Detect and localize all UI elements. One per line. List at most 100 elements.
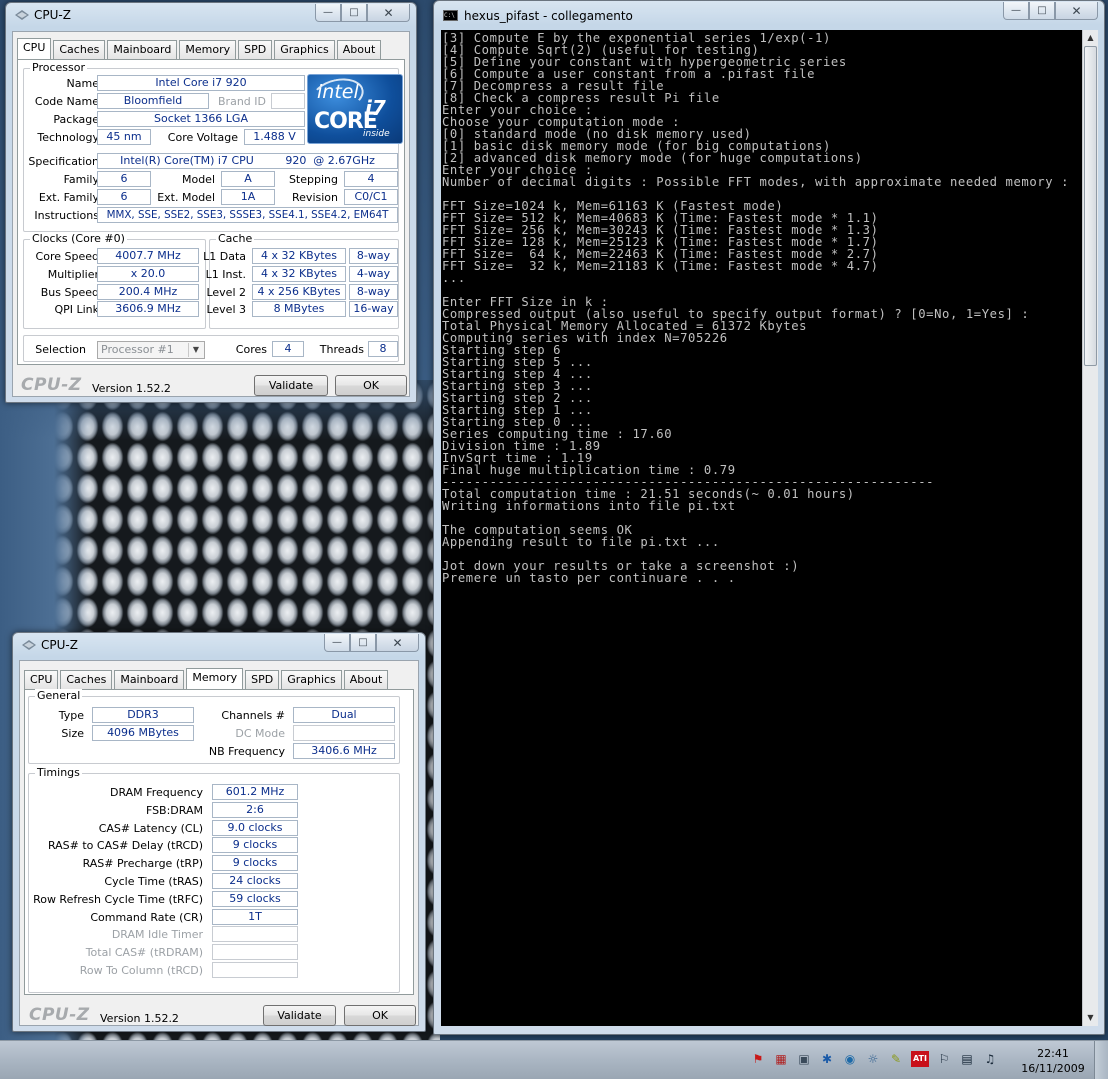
tab-memory[interactable]: Memory <box>186 668 244 689</box>
clocks-group-label: Clocks (Core #0) <box>30 232 127 245</box>
window-title: CPU-Z <box>41 638 78 652</box>
pen-icon[interactable]: ✎ <box>888 1051 904 1067</box>
stepping-label: Stepping <box>288 173 338 186</box>
scroll-up-icon[interactable]: ▲ <box>1083 30 1098 46</box>
name-value: Intel Core i7 920 <box>97 75 305 91</box>
tab-mainboard[interactable]: Mainboard <box>114 670 185 689</box>
revision-label: Revision <box>292 191 338 204</box>
model-value: A <box>221 171 275 187</box>
tab-spd[interactable]: SPD <box>245 670 280 689</box>
cpuz-cpu-window: CPU-Z — □ ✕ CPU Caches Mainboard Memory … <box>5 2 417 403</box>
ati-icon[interactable]: ATI <box>911 1051 929 1067</box>
l1-data-way: 8-way <box>349 248 398 264</box>
close-button[interactable]: ✕ <box>367 4 410 22</box>
level2-label: Level 2 <box>206 286 246 299</box>
processor-select-value: Processor #1 <box>101 343 174 356</box>
timings-group-label: Timings <box>35 766 82 779</box>
cores-value: 4 <box>272 341 304 357</box>
timing-value: 9 clocks <box>212 837 298 854</box>
core-voltage-value: 1.488 V <box>244 129 305 145</box>
maximize-button[interactable]: □ <box>341 4 367 22</box>
minimize-button[interactable]: — <box>324 634 350 652</box>
close-button[interactable]: ✕ <box>1055 2 1098 20</box>
timing-value <box>212 926 298 943</box>
cpuz-app-icon <box>22 640 36 650</box>
multiplier-label: Multiplier <box>47 268 99 281</box>
level3-way: 16-way <box>349 301 398 317</box>
action-center-icon[interactable]: ⚐ <box>936 1051 952 1067</box>
window-title: hexus_pifast - collegamento <box>464 9 633 23</box>
tab-memory[interactable]: Memory <box>179 40 237 59</box>
ok-button[interactable]: OK <box>335 375 407 396</box>
tab-cpu[interactable]: CPU <box>24 670 59 689</box>
bus-speed-label: Bus Speed <box>40 286 99 299</box>
taskbar-clock[interactable]: 22:41 16/11/2009 <box>1018 1046 1088 1076</box>
maximize-button[interactable]: □ <box>1029 2 1055 20</box>
code-name-value: Bloomfield <box>97 93 209 109</box>
timing-value: 2:6 <box>212 801 298 818</box>
tab-spd[interactable]: SPD <box>238 40 273 59</box>
title-bar[interactable]: CPU-Z — □ ✕ <box>6 3 416 29</box>
minimize-button[interactable]: — <box>1003 2 1029 20</box>
close-button[interactable]: ✕ <box>376 634 419 652</box>
general-group-label: General <box>35 689 83 702</box>
timing-label: DRAM Frequency <box>109 786 203 799</box>
validate-button[interactable]: Validate <box>254 375 328 396</box>
intel-brand-text: intel <box>317 81 359 103</box>
console-scrollbar[interactable]: ▲ ▼ <box>1082 30 1098 1026</box>
tab-cpu[interactable]: CPU <box>17 38 52 59</box>
version-label: Version 1.52.2 <box>100 1012 179 1025</box>
timing-value: 24 clocks <box>212 873 298 889</box>
network-monitor-icon[interactable]: ▦ <box>773 1051 789 1067</box>
window-title: CPU-Z <box>34 8 71 22</box>
processor-group-label: Processor <box>30 61 87 74</box>
tab-caches[interactable]: Caches <box>60 670 113 689</box>
tab-caches[interactable]: Caches <box>53 40 106 59</box>
timing-label: Row Refresh Cycle Time (tRFC) <box>33 892 203 906</box>
scroll-down-icon[interactable]: ▼ <box>1083 1010 1098 1026</box>
scroll-thumb[interactable] <box>1084 46 1097 366</box>
tab-mainboard[interactable]: Mainboard <box>107 40 178 59</box>
size-value: 4096 MBytes <box>92 725 194 741</box>
specification-label: Specification <box>28 155 99 168</box>
console-output[interactable]: [3] Compute E by the exponential series … <box>441 30 1082 1026</box>
bluetooth-icon[interactable]: ✱ <box>819 1051 835 1067</box>
cores-label: Cores <box>235 343 267 356</box>
tab-graphics[interactable]: Graphics <box>281 670 342 689</box>
inside-text: inside <box>363 129 390 139</box>
tab-graphics[interactable]: Graphics <box>274 40 335 59</box>
core-speed-value: 4007.7 MHz <box>97 248 199 264</box>
cpuz-app-icon <box>15 10 29 20</box>
channels-label: Channels # <box>221 709 285 722</box>
globe-icon[interactable]: ◉ <box>842 1051 858 1067</box>
timing-label: RAS# Precharge (tRP) <box>82 857 203 871</box>
version-label: Version 1.52.2 <box>92 382 171 395</box>
app-icon[interactable]: ▣ <box>796 1051 812 1067</box>
tab-about[interactable]: About <box>336 40 382 59</box>
cache-group-label: Cache <box>216 232 255 245</box>
processor-select[interactable]: Processor #1 ▼ <box>97 341 205 359</box>
code-name-label: Code Name <box>34 95 99 108</box>
title-bar[interactable]: C:\ hexus_pifast - collegamento — □ ✕ <box>434 1 1104 27</box>
timing-label: Cycle Time (tRAS) <box>104 875 203 888</box>
l1-inst-label: L1 Inst. <box>205 268 246 281</box>
update-icon[interactable]: ☼ <box>865 1051 881 1067</box>
flag-red-icon[interactable]: ⚑ <box>750 1051 766 1067</box>
tab-strip: CPU Caches Mainboard Memory SPD Graphics… <box>24 668 390 689</box>
tab-about[interactable]: About <box>343 670 389 689</box>
l1-inst-size: 4 x 32 KBytes <box>252 266 346 282</box>
core-speed-label: Core Speed <box>35 250 99 263</box>
network-icon[interactable]: ▤ <box>959 1051 975 1067</box>
validate-button[interactable]: Validate <box>263 1005 336 1026</box>
maximize-button[interactable]: □ <box>350 634 376 652</box>
cpu-tab-panel: Processor Name Intel Core i7 920 Code Na… <box>17 59 405 365</box>
timing-label: Row To Column (tRCD) <box>79 964 203 977</box>
show-desktop-button[interactable] <box>1094 1041 1108 1079</box>
volume-icon[interactable]: ♫ <box>982 1051 998 1067</box>
ok-button[interactable]: OK <box>344 1005 416 1026</box>
minimize-button[interactable]: — <box>315 4 341 22</box>
title-bar[interactable]: CPU-Z — □ ✕ <box>13 633 425 659</box>
memory-tab-panel: General Type DDR3 Size 4096 MBytes Chann… <box>24 689 414 995</box>
level3-label: Level 3 <box>206 303 246 316</box>
qpi-link-label: QPI Link <box>54 303 99 316</box>
